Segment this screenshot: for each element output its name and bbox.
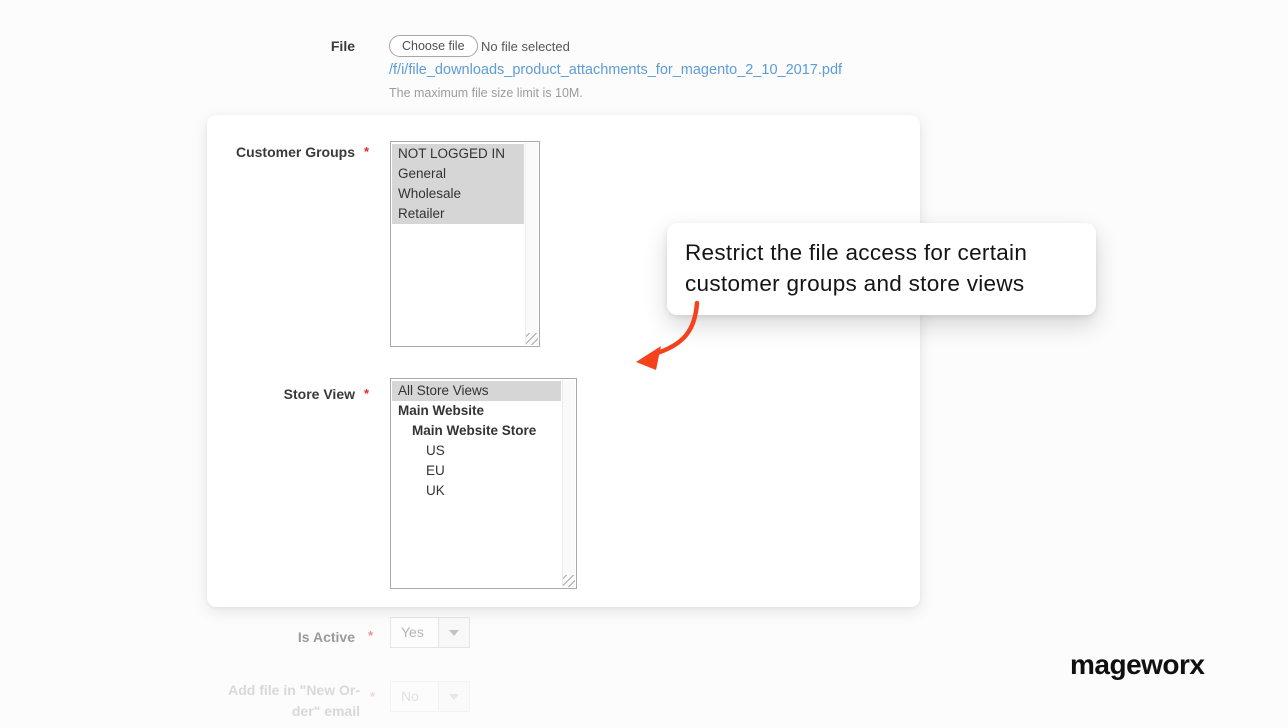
customer-groups-required-mark: * xyxy=(364,144,370,159)
customer-groups-label: Customer Groups xyxy=(235,144,355,160)
is-active-required-mark: * xyxy=(368,628,374,643)
customer-groups-scrollbar-track[interactable] xyxy=(525,143,538,345)
annotation-arrow-head xyxy=(636,346,661,370)
uploaded-file-link[interactable]: /f/i/file_downloads_product_attachments_… xyxy=(389,62,842,78)
add-file-email-select[interactable]: No xyxy=(390,681,470,712)
store-view-scrollbar-track[interactable] xyxy=(562,380,575,587)
is-active-select[interactable]: Yes xyxy=(390,617,470,648)
store-view-required-mark: * xyxy=(364,386,370,401)
customer-groups-label-row: Customer Groups * xyxy=(207,144,369,161)
no-file-selected-text: No file selected xyxy=(481,39,570,54)
store-view-listbox[interactable]: All Store Views Main Website Main Website … xyxy=(390,378,577,589)
listbox-option[interactable]: General xyxy=(392,164,524,184)
store-view-label: Store View xyxy=(283,386,355,402)
add-file-email-value: No xyxy=(401,688,419,704)
chevron-down-icon xyxy=(449,693,459,700)
annotation-callout-text: Restrict the file access for certain cus… xyxy=(685,240,1028,296)
annotation-callout: Restrict the file access for certain cus… xyxy=(667,223,1096,315)
add-file-email-label-line2: der" email xyxy=(291,703,360,719)
choose-file-button[interactable]: Choose file xyxy=(389,35,478,57)
mageworx-logo: mageworx xyxy=(1070,649,1205,680)
customer-groups-listbox[interactable]: NOT LOGGED IN General Wholesale Retailer xyxy=(390,141,540,347)
store-view-label-row: Store View * xyxy=(207,386,369,403)
is-active-dropdown-button[interactable] xyxy=(438,618,469,647)
add-file-email-dropdown-button[interactable] xyxy=(438,682,469,711)
store-view-resize-handle[interactable] xyxy=(563,575,575,587)
is-active-value: Yes xyxy=(401,624,424,640)
add-file-email-label: Add file in "New Or- der" email xyxy=(200,680,360,722)
listbox-option[interactable]: Retailer xyxy=(392,204,524,224)
file-field-label: File xyxy=(330,38,355,54)
listbox-option[interactable]: UK xyxy=(392,481,561,501)
listbox-option[interactable]: All Store Views xyxy=(392,381,561,401)
add-file-email-required-mark: * xyxy=(370,689,376,704)
listbox-option[interactable]: Wholesale xyxy=(392,184,524,204)
add-file-email-label-line1: Add file in "New Or- xyxy=(228,682,360,698)
chevron-down-icon xyxy=(449,629,459,636)
listbox-option[interactable]: Main Website xyxy=(392,401,561,421)
listbox-option[interactable]: EU xyxy=(392,461,561,481)
annotation-arrow-curve xyxy=(651,300,700,357)
listbox-option[interactable]: Main Website Store xyxy=(392,421,561,441)
highlight-card: Customer Groups * NOT LOGGED IN General Wh… xyxy=(207,115,920,607)
listbox-option[interactable]: US xyxy=(392,441,561,461)
customer-groups-resize-handle[interactable] xyxy=(526,333,538,345)
is-active-label: Is Active xyxy=(297,629,355,645)
customer-groups-options: NOT LOGGED IN General Wholesale Retailer xyxy=(392,144,524,224)
file-size-note: The maximum file size limit is 10M. xyxy=(389,86,583,100)
listbox-option[interactable]: NOT LOGGED IN xyxy=(392,144,524,164)
annotation-arrow-icon xyxy=(636,300,700,370)
store-view-options: All Store Views Main Website Main Website … xyxy=(392,381,561,501)
